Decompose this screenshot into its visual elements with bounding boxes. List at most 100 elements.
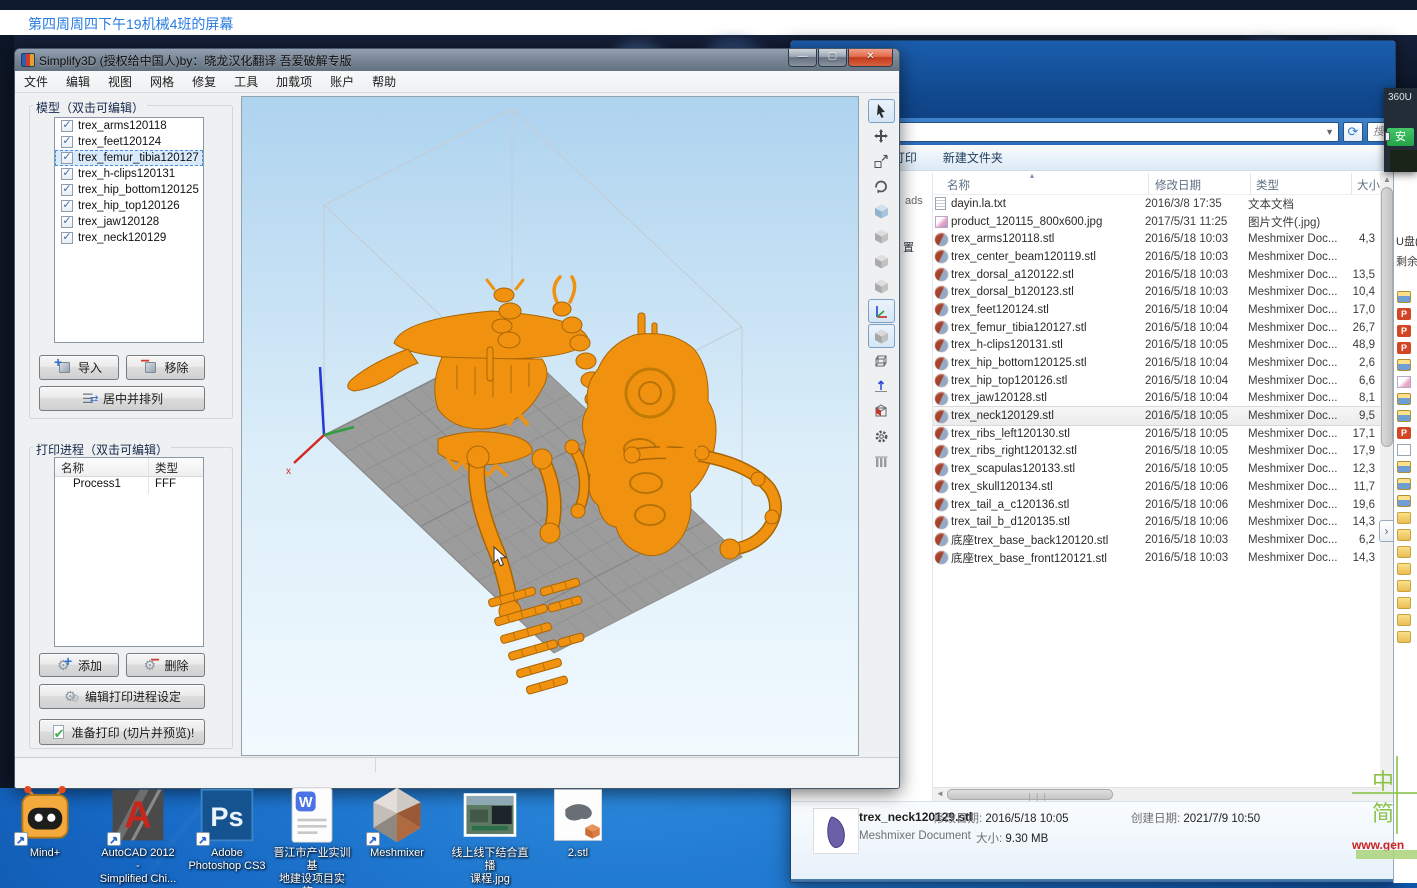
img-icon[interactable] bbox=[1397, 376, 1411, 388]
column-size[interactable]: 大小 bbox=[1357, 177, 1380, 193]
horizontal-scroll-thumb[interactable]: ❘❘❘ bbox=[947, 789, 1113, 800]
simplify3d-title-bar[interactable]: Simplify3D (授权给中国人)by：晓龙汉化翻译 吾爱破解专版 bbox=[15, 49, 900, 71]
menu-item-6[interactable]: 加载项 bbox=[267, 73, 321, 90]
menu-item-1[interactable]: 编辑 bbox=[57, 73, 99, 90]
model-item[interactable]: ✓trex_arms120118 bbox=[55, 118, 203, 134]
file-row[interactable]: dayin.la.txt2016/3/8 17:35文本文档 bbox=[933, 195, 1380, 213]
desktop-icon-mindplus[interactable]: Mind+ bbox=[5, 786, 85, 860]
file-row[interactable]: trex_dorsal_a120122.stl2016/5/18 10:03Me… bbox=[933, 266, 1380, 284]
desktop-icon-autocad[interactable]: AAutoCAD 2012 -Simplified Chi... bbox=[98, 786, 178, 886]
model-item[interactable]: ✓trex_femur_tibia120127 bbox=[55, 150, 203, 166]
surface-normal-icon[interactable] bbox=[868, 374, 895, 398]
file-row[interactable]: product_120115_800x600.jpg2017/5/31 11:2… bbox=[933, 213, 1380, 231]
desktop-icon-jpgthumb[interactable]: 线上线下结合直播课程.jpg bbox=[450, 786, 530, 886]
model-checkbox[interactable]: ✓ bbox=[61, 200, 73, 212]
folder-icon[interactable] bbox=[1397, 597, 1411, 609]
folder-icon[interactable] bbox=[1397, 563, 1411, 575]
solid-model-view-icon[interactable] bbox=[868, 324, 895, 348]
toolbar-newfolder-button[interactable]: 新建文件夹 bbox=[943, 149, 1003, 166]
menu-item-3[interactable]: 网格 bbox=[141, 73, 183, 90]
folder-icon[interactable] bbox=[1397, 410, 1411, 422]
model-checkbox[interactable]: ✓ bbox=[61, 168, 73, 180]
model-checkbox[interactable]: ✓ bbox=[61, 216, 73, 228]
file-row[interactable]: trex_hip_bottom120125.stl2016/5/18 10:04… bbox=[933, 354, 1380, 372]
column-date[interactable]: 修改日期 bbox=[1155, 177, 1201, 193]
file-row[interactable]: trex_neck120129.stl2016/5/18 10:05Meshmi… bbox=[933, 407, 1380, 425]
select-tool-icon[interactable] bbox=[868, 99, 895, 123]
model-item[interactable]: ✓trex_jaw120128 bbox=[55, 214, 203, 230]
popup-360u-button[interactable]: 安 bbox=[1387, 128, 1414, 146]
delete-process-button[interactable]: ⚙−删除 bbox=[126, 653, 205, 677]
add-process-button[interactable]: ⚙+添加 bbox=[39, 653, 119, 677]
viewport-3d[interactable]: x bbox=[241, 96, 859, 756]
folder-icon[interactable] bbox=[1397, 631, 1411, 643]
file-row[interactable]: trex_ribs_left120130.stl2016/5/18 10:05M… bbox=[933, 425, 1380, 443]
file-row[interactable]: trex_ribs_right120132.stl2016/5/18 10:05… bbox=[933, 443, 1380, 461]
close-button[interactable]: ✕ bbox=[848, 49, 893, 67]
desktop-icon-wpsdoc[interactable]: W晋江市产业实训基地建设项目实施... bbox=[272, 786, 352, 888]
horizontal-scrollbar[interactable]: ◄ ❘❘❘ bbox=[933, 787, 1380, 801]
cross-section-view-icon[interactable] bbox=[868, 399, 895, 423]
remove-button[interactable]: −移除 bbox=[126, 355, 205, 380]
refresh-button[interactable]: ⟳ bbox=[1343, 122, 1363, 142]
view-cube-iso-icon[interactable] bbox=[868, 199, 895, 223]
folder-icon[interactable] bbox=[1397, 291, 1411, 303]
menu-item-5[interactable]: 工具 bbox=[225, 73, 267, 90]
desktop-icon-photoshop[interactable]: PsAdobePhotoshop CS3 bbox=[187, 786, 267, 873]
view-cube-top-icon[interactable] bbox=[868, 274, 895, 298]
file-row[interactable]: 底座trex_base_front120121.stl2016/5/18 10:… bbox=[933, 549, 1380, 567]
process-row[interactable]: Process1 FFF bbox=[55, 477, 203, 494]
ppt-icon[interactable]: P bbox=[1397, 325, 1411, 337]
model-checkbox[interactable]: ✓ bbox=[61, 120, 73, 132]
expand-chevron-button[interactable]: › bbox=[1379, 520, 1394, 542]
folder-icon[interactable] bbox=[1397, 461, 1411, 473]
file-row[interactable]: trex_dorsal_b120123.stl2016/5/18 10:03Me… bbox=[933, 283, 1380, 301]
file-row[interactable]: 底座trex_base_back120120.stl2016/5/18 10:0… bbox=[933, 531, 1380, 549]
model-item[interactable]: ✓trex_hip_top120126 bbox=[55, 198, 203, 214]
vertical-scrollbar[interactable]: ▲ bbox=[1380, 173, 1394, 825]
desktop-icon-meshmixer[interactable]: Meshmixer bbox=[357, 786, 437, 860]
view-cube-side-icon[interactable] bbox=[868, 249, 895, 273]
file-row[interactable]: trex_scapulas120133.stl2016/5/18 10:05Me… bbox=[933, 460, 1380, 478]
vertical-scroll-thumb[interactable] bbox=[1381, 187, 1393, 447]
folder-icon[interactable] bbox=[1397, 580, 1411, 592]
file-row[interactable]: trex_center_beam120119.stl2016/5/18 10:0… bbox=[933, 248, 1380, 266]
minimize-button[interactable]: — bbox=[788, 49, 817, 67]
model-item[interactable]: ✓trex_feet120124 bbox=[55, 134, 203, 150]
menu-item-8[interactable]: 帮助 bbox=[363, 73, 405, 90]
file-row[interactable]: trex_jaw120128.stl2016/5/18 10:04Meshmix… bbox=[933, 390, 1380, 408]
folder-icon[interactable] bbox=[1397, 359, 1411, 371]
edit-process-button[interactable]: ⚙⚙编辑打印进程设定 bbox=[39, 684, 205, 709]
folder-icon[interactable] bbox=[1397, 478, 1411, 490]
maximize-button[interactable]: ▢ bbox=[818, 49, 847, 67]
ppt-icon[interactable]: P bbox=[1397, 427, 1411, 439]
model-item[interactable]: ✓trex_h-clips120131 bbox=[55, 166, 203, 182]
support-structures-icon[interactable] bbox=[868, 449, 895, 473]
model-item[interactable]: ✓trex_neck120129 bbox=[55, 230, 203, 246]
file-icon[interactable] bbox=[1397, 444, 1411, 456]
desktop[interactable]: 王龙骨架 ▼ ⟳ 搜索 霸 ▾ 共享 ▾ 打印 新建文件夹 ads 置 名称 ▴… bbox=[0, 38, 1417, 888]
address-dropdown-icon[interactable]: ▼ bbox=[1325, 123, 1334, 141]
folder-icon[interactable] bbox=[1397, 512, 1411, 524]
column-type[interactable]: 类型 bbox=[1256, 177, 1279, 193]
prepare-print-button[interactable]: ✔准备打印 (切片并预览)! bbox=[39, 719, 205, 745]
file-row[interactable]: trex_feet120124.stl2016/5/18 10:04Meshmi… bbox=[933, 301, 1380, 319]
menu-item-4[interactable]: 修复 bbox=[183, 73, 225, 90]
folder-icon[interactable] bbox=[1397, 529, 1411, 541]
model-checkbox[interactable]: ✓ bbox=[61, 184, 73, 196]
scroll-left-icon[interactable]: ◄ bbox=[936, 789, 944, 798]
model-checkbox[interactable]: ✓ bbox=[61, 152, 73, 164]
model-checkbox[interactable]: ✓ bbox=[61, 136, 73, 148]
file-row[interactable]: trex_tail_a_c120136.stl2016/5/18 10:06Me… bbox=[933, 496, 1380, 514]
menu-item-7[interactable]: 账户 bbox=[321, 73, 363, 90]
ppt-icon[interactable]: P bbox=[1397, 308, 1411, 320]
folder-icon[interactable] bbox=[1397, 614, 1411, 626]
scroll-up-icon[interactable]: ▲ bbox=[1383, 175, 1391, 184]
file-row[interactable]: trex_tail_b_d120135.stl2016/5/18 10:06Me… bbox=[933, 513, 1380, 531]
model-checkbox[interactable]: ✓ bbox=[61, 232, 73, 244]
desktop-icon-stlthumb[interactable]: 2.stl bbox=[538, 786, 618, 860]
import-button[interactable]: +导入 bbox=[39, 355, 119, 380]
file-row[interactable]: trex_arms120118.stl2016/5/18 10:03Meshmi… bbox=[933, 230, 1380, 248]
model-item[interactable]: ✓trex_hip_bottom120125 bbox=[55, 182, 203, 198]
translate-tool-icon[interactable] bbox=[868, 124, 895, 148]
